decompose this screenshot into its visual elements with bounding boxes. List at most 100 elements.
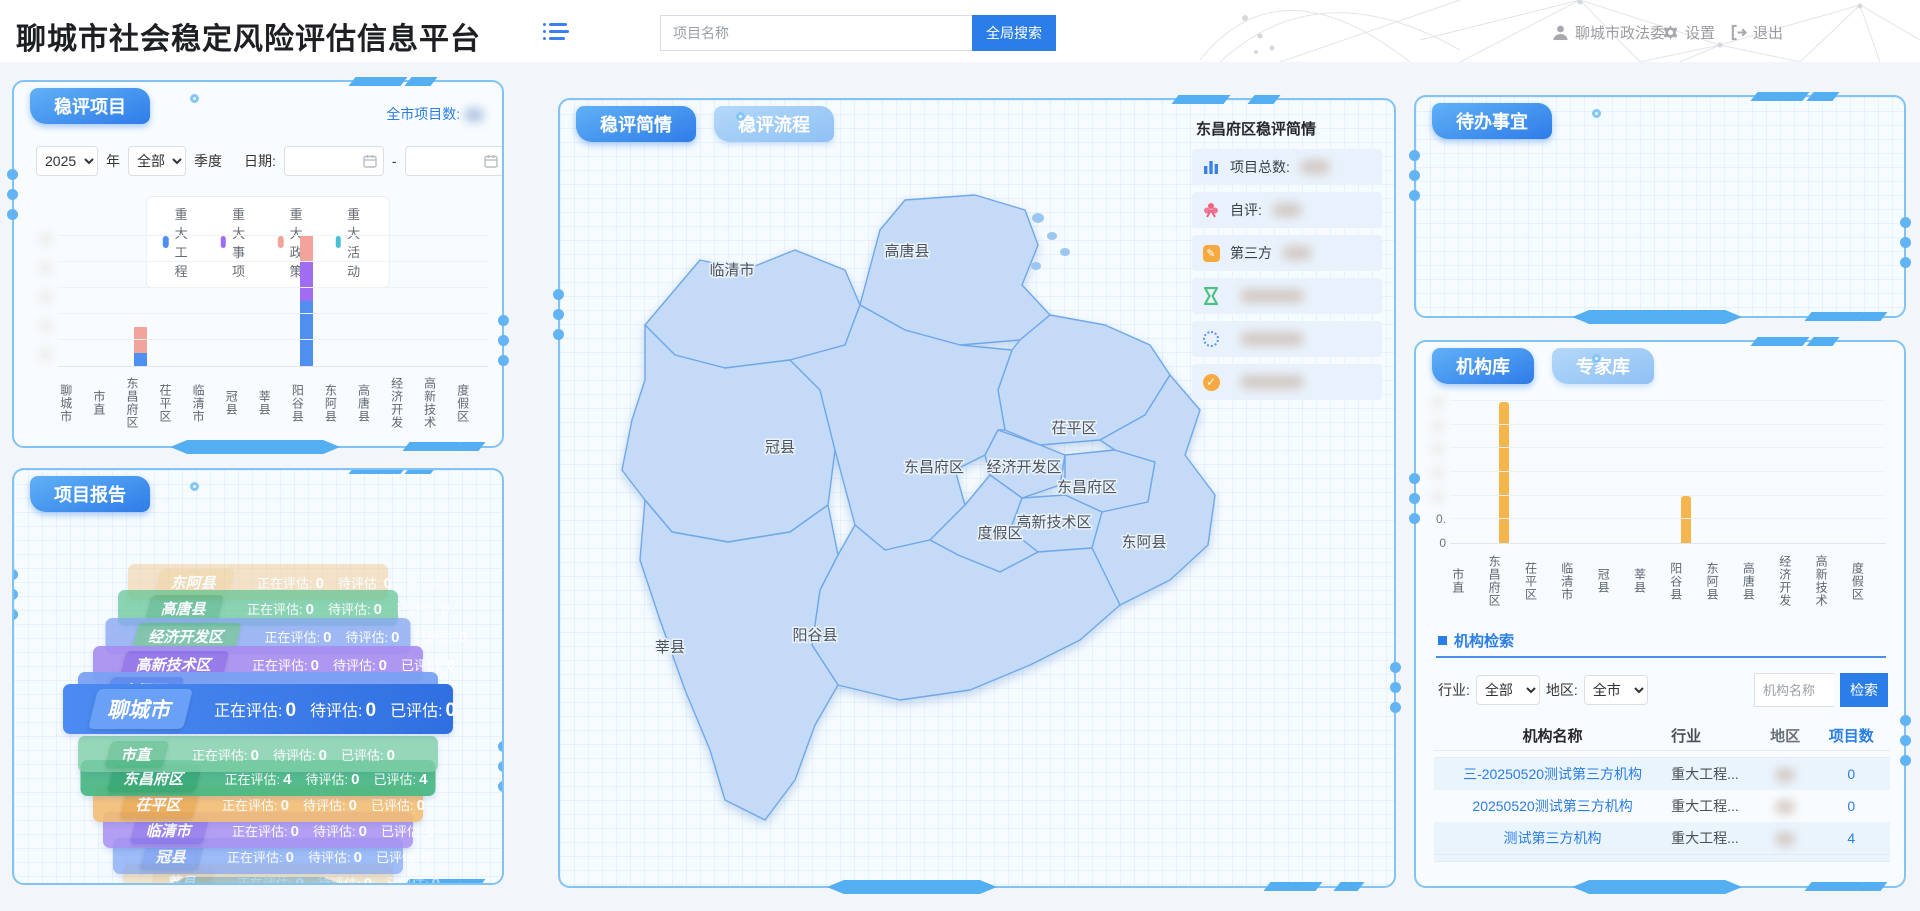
region-select[interactable]: 全市 <box>1584 675 1648 705</box>
bar-slot-东阿县 <box>323 234 356 366</box>
report-card-stats: 正在评估:0待评估:0已评估:0 <box>265 627 468 646</box>
stat: 待评估:0 <box>310 697 376 722</box>
x-axis-label: 高新技术 <box>422 372 455 434</box>
org-project-count: 0 <box>1812 766 1890 782</box>
square-bullet-icon <box>1438 636 1447 645</box>
decoration <box>498 741 504 792</box>
date-label: 日期: <box>244 151 276 171</box>
column-header: 项目数 <box>1812 725 1890 746</box>
decoration <box>1572 880 1742 894</box>
stat: 正在评估:0 <box>214 697 296 722</box>
bar-segment-重大工程 <box>134 353 147 366</box>
gear-icon <box>1662 24 1679 41</box>
decoration <box>1751 92 1810 101</box>
map-label-莘县: 莘县 <box>655 639 685 656</box>
org-project-count: 4 <box>1812 830 1890 846</box>
stat: 待评估:0 <box>313 821 367 840</box>
report-card-聊城市[interactable]: 聊城市正在评估:0待评估:0已评估:0 <box>63 684 453 734</box>
report-card-stats: 正在评估:0待评估:0已评估:0 <box>192 745 395 764</box>
global-search-input[interactable] <box>660 15 972 51</box>
todo-panel-badge[interactable]: 待办事宜 <box>1432 103 1552 139</box>
y-axis-label: 0 <box>1439 536 1446 550</box>
stat: 正在评估:0 <box>192 745 259 764</box>
stat: 待评估:0 <box>345 627 399 646</box>
citywide-project-total: 全市项目数: <box>386 104 484 124</box>
quarter-select[interactable]: 全部 <box>128 146 186 176</box>
report-card-region: 聊城市 <box>88 689 193 729</box>
map-label-阳谷县: 阳谷县 <box>792 627 837 644</box>
panel-stability-projects: 稳评项目 全市项目数: 2025 年 全部 季度 日期: - 重大工程重大事项重… <box>12 80 504 448</box>
header: 聊城市社会稳定风险评估信息平台 全局搜索 聊城市政法委 设置 退出 <box>0 0 1920 62</box>
bar-slot-经济开发 <box>389 234 422 366</box>
org-name-link[interactable]: 20250520测试第三方机构 <box>1472 798 1632 814</box>
stat: 已评估:0 <box>401 655 455 674</box>
decoration <box>1857 882 1888 891</box>
info-row: 项目总数: <box>1192 149 1382 185</box>
project-filters: 2025 年 全部 季度 日期: - <box>14 144 502 178</box>
decoration <box>7 169 18 220</box>
stat: 正在评估:0 <box>222 795 289 814</box>
industry-select[interactable]: 全部 <box>1476 675 1540 705</box>
report-region-carousel[interactable]: 东阿县正在评估:0待评估:0已评估:0高唐县正在评估:0待评估:0已评估:0经济… <box>14 470 502 883</box>
column-header: 机构名称 <box>1434 725 1671 746</box>
calendar-icon <box>363 154 377 168</box>
stat: 已评估:0 <box>341 745 395 764</box>
report-panel-badge[interactable]: 项目报告 <box>30 476 150 512</box>
stat: 已评估:0 <box>413 627 467 646</box>
bar-segment-重大政策 <box>134 327 147 353</box>
menu-icon[interactable] <box>543 21 569 43</box>
district-brief-title: 东昌府区稳评简情 <box>1196 118 1382 139</box>
quarter-unit-label: 季度 <box>194 151 222 171</box>
decoration <box>736 112 745 121</box>
date-end-input[interactable] <box>405 146 502 176</box>
org-name-input[interactable] <box>1754 673 1834 707</box>
settings-button[interactable]: 设置 <box>1662 22 1715 43</box>
org-tab-专家库[interactable]: 专家库 <box>1552 348 1654 384</box>
x-axis-label: 莘县 <box>1632 550 1668 612</box>
org-tab-机构库[interactable]: 机构库 <box>1432 348 1534 384</box>
map-tab-稳评流程[interactable]: 稳评流程 <box>714 106 834 142</box>
stat: 正在评估:0 <box>252 655 319 674</box>
info-row: 自评: <box>1192 192 1382 228</box>
user-icon <box>1552 24 1569 41</box>
table-row: 三-20250520测试第三方机构重大工程...0 <box>1434 758 1890 790</box>
report-card-stats: 正在评估:0待评估:0已评估:0 <box>222 795 425 814</box>
org-filter-row: 行业: 全部 地区: 全市 检索 <box>1438 672 1888 708</box>
region-label: 地区: <box>1546 680 1578 700</box>
map-region-shenxian[interactable] <box>640 500 838 820</box>
map-tab-稳评简情[interactable]: 稳评简情 <box>576 106 696 142</box>
stat: 已评估:0 <box>381 821 435 840</box>
panel-organizations: 机构库专家库 00. 市直东昌府区茌平区临清市冠县莘县阳谷县东阿县高唐县经济开发… <box>1414 340 1906 888</box>
map-tabs: 稳评简情稳评流程 <box>576 106 834 142</box>
org-industry: 重大工程... <box>1671 828 1758 848</box>
decoration <box>1806 92 1839 101</box>
decoration <box>1805 882 1864 891</box>
org-name-link[interactable]: 测试第三方机构 <box>1504 830 1602 846</box>
global-search-button[interactable]: 全局搜索 <box>972 15 1056 51</box>
x-axis-label: 聊城市 <box>58 372 91 434</box>
date-start-input[interactable] <box>284 146 384 176</box>
report-card-市直[interactable]: 市直正在评估:0待评估:0已评估:0 <box>78 736 438 772</box>
projects-panel-badge[interactable]: 稳评项目 <box>30 88 150 124</box>
logout-button[interactable]: 退出 <box>1730 22 1783 43</box>
current-user[interactable]: 聊城市政法委 <box>1552 22 1665 43</box>
decoration <box>1857 312 1888 321</box>
org-tabs: 机构库专家库 <box>1432 348 1654 384</box>
redacted-total-value <box>464 108 484 122</box>
decoration <box>190 482 199 491</box>
x-axis-label: 东阿县 <box>1704 550 1740 612</box>
info-row-label: 自评: <box>1230 200 1262 220</box>
org-name-link[interactable]: 三-20250520测试第三方机构 <box>1463 766 1642 782</box>
info-row-label: 第三方 <box>1230 243 1272 263</box>
edit-icon: ✎ <box>1202 244 1220 262</box>
map-label-东阿县: 东阿县 <box>1121 534 1166 551</box>
bar-slot-聊城市 <box>58 234 91 366</box>
flower-icon <box>1202 201 1220 219</box>
decoration <box>455 879 486 885</box>
org-search-button[interactable]: 检索 <box>1840 673 1888 707</box>
redacted-value <box>1272 203 1302 217</box>
x-axis-label: 市直 <box>1450 550 1486 612</box>
year-select[interactable]: 2025 <box>36 146 98 176</box>
industry-label: 行业: <box>1438 680 1470 700</box>
hourglass-icon <box>1202 287 1220 305</box>
